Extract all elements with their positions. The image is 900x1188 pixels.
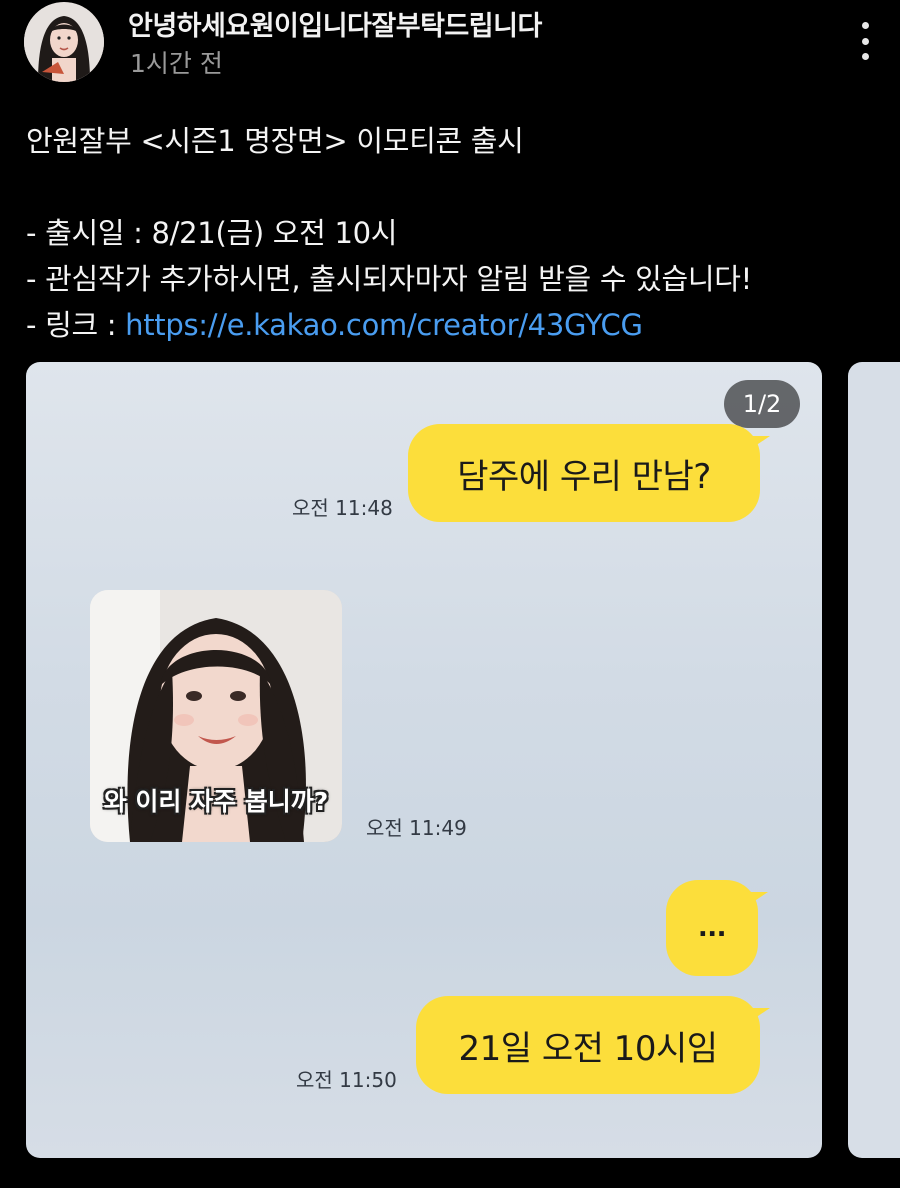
message-time: 오전 11:48	[292, 496, 393, 520]
author-name[interactable]: 안녕하세요원이입니다잘부탁드립니다	[128, 4, 542, 43]
link-prefix: - 링크 :	[26, 308, 126, 342]
chat-bubble: 21일 오전 10시임	[416, 996, 770, 1094]
post-header: 안녕하세요원이입니다잘부탁드립니다 1시간 전	[0, 0, 900, 100]
sticker-caption: 와 이리 자주 봅니까?	[103, 787, 329, 816]
chat-bubble: ...	[666, 880, 768, 976]
carousel-image-1[interactable]: 1/2 오전 11:48 담주에 우리 만남? 와 이리 자주 봅니까? 오전 …	[26, 362, 822, 1158]
more-dot	[861, 37, 869, 45]
more-vertical-icon[interactable]	[850, 18, 880, 64]
carousel-image-2-peek[interactable]	[848, 362, 900, 1158]
chat-bubble-text: ...	[697, 913, 727, 943]
notify-line: - 관심작가 추가하시면, 출시되자마자 알림 받을 수 있습니다!	[26, 262, 752, 296]
bubble-tail	[750, 892, 768, 904]
link-line: - 링크 : https://e.kakao.com/creator/43GYC…	[26, 302, 886, 348]
release-date-line: - 출시일 : 8/21(금) 오전 10시	[26, 216, 398, 250]
post-time: 1시간 전	[130, 49, 223, 78]
image-carousel[interactable]: 1/2 오전 11:48 담주에 우리 만남? 와 이리 자주 봅니까? 오전 …	[26, 362, 900, 1158]
page-counter: 1/2	[724, 380, 800, 428]
post-body: 안원잘부 <시즌1 명장면> 이모티콘 출시 - 출시일 : 8/21(금) 오…	[26, 118, 886, 348]
emoticon-sticker: 와 이리 자주 봅니까?	[90, 590, 342, 842]
avatar-image	[24, 2, 104, 82]
message-time: 오전 11:50	[296, 1068, 397, 1092]
chat-bubble-text: 담주에 우리 만남?	[457, 456, 711, 497]
post-title: 안원잘부 <시즌1 명장면> 이모티콘 출시	[26, 124, 524, 158]
avatar[interactable]	[24, 2, 104, 82]
bubble-tail	[752, 436, 770, 448]
chat-bubble-text: 21일 오전 10시임	[458, 1028, 718, 1069]
more-dot	[861, 53, 869, 60]
bubble-tail	[752, 1008, 770, 1020]
creator-link[interactable]: https://e.kakao.com/creator/43GYCG	[125, 308, 643, 342]
chat-bubble: 담주에 우리 만남?	[408, 424, 770, 522]
message-time: 오전 11:49	[366, 816, 467, 840]
more-dot	[861, 22, 869, 29]
